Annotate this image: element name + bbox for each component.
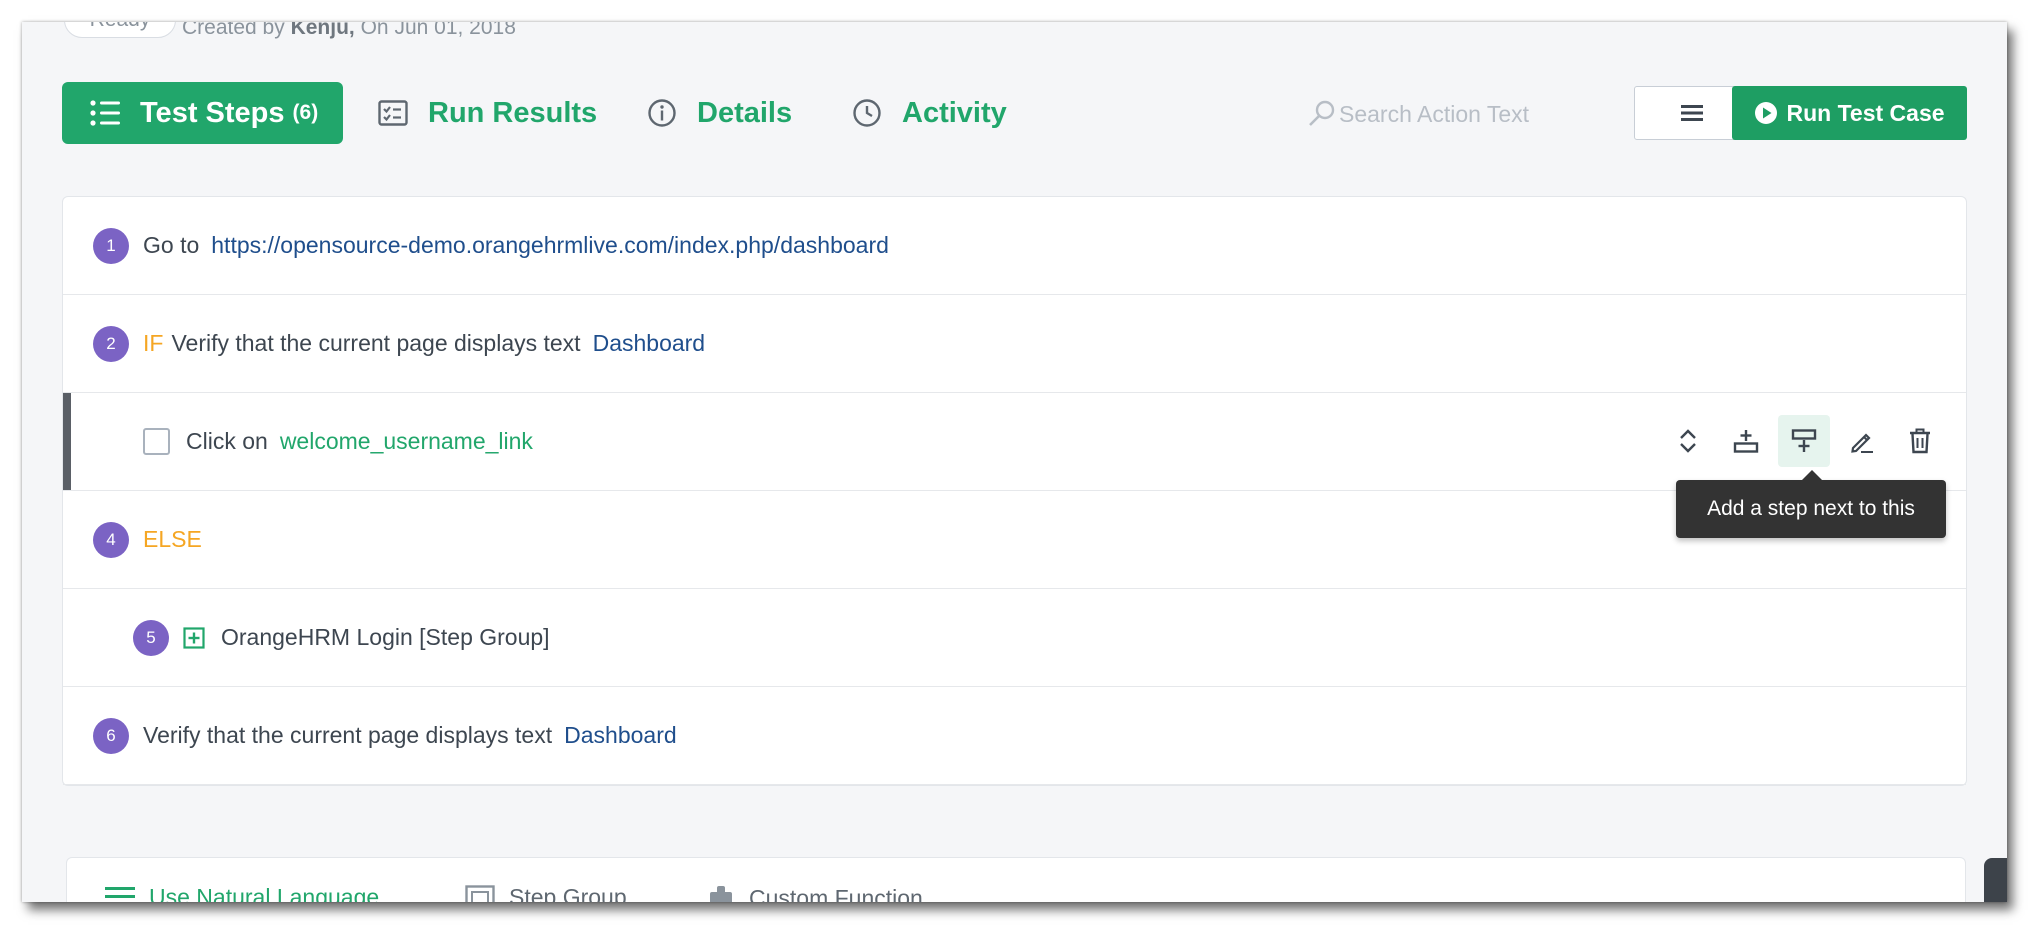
created-on: On Jun 01, 2018 [360, 22, 516, 39]
trash-icon [1908, 428, 1932, 454]
step-row[interactable]: 6 Verify that the current page displays … [63, 687, 1966, 785]
step-value: Dashboard [592, 330, 706, 356]
tooltip: Add a step next to this [1676, 470, 1946, 538]
tab-activity[interactable]: Activity [852, 82, 1007, 144]
search-placeholder: Search Action Text [1339, 100, 1530, 127]
info-icon [647, 98, 677, 128]
step-number-badge: 2 [93, 325, 129, 362]
step-keyword-if: IF [143, 330, 164, 356]
tab-test-steps-label: Test Steps [140, 96, 285, 129]
step-row[interactable]: 1 Go to https://opensource-demo.orangehr… [63, 197, 1966, 295]
hamburger-icon [1681, 104, 1703, 122]
move-step-button[interactable] [1662, 415, 1714, 467]
delete-step-button[interactable] [1894, 415, 1946, 467]
run-test-case-label: Run Test Case [1786, 99, 1945, 126]
test-steps-list: 1 Go to https://opensource-demo.orangehr… [62, 196, 1967, 786]
created-by-text: Created by Kenju, On Jun 01, 2018 [182, 22, 516, 40]
step-action-text: Verify that the current page displays te… [143, 722, 553, 748]
step-keyword-else: ELSE [143, 526, 202, 552]
step-element-link[interactable]: welcome_username_link [280, 428, 533, 455]
step-number-badge: 4 [93, 521, 129, 558]
expand-plus-icon[interactable] [183, 626, 205, 649]
plugin-icon [707, 884, 735, 902]
step-number-badge: 5 [133, 619, 169, 656]
tab-run-results[interactable]: Run Results [378, 82, 597, 144]
created-by-user: Kenju, [290, 22, 355, 39]
search-input[interactable]: Search Action Text [1307, 94, 1607, 134]
tab-run-results-label: Run Results [428, 96, 598, 129]
lines-icon [105, 886, 135, 903]
step-number-badge: 6 [93, 717, 129, 754]
step-row[interactable]: 2 IF Verify that the current page displa… [63, 295, 1966, 393]
step-row[interactable]: 5 OrangeHRM Login [Step Group] [63, 589, 1966, 687]
step-row-selected[interactable]: Click on welcome_username_link [63, 393, 1966, 491]
run-test-case-button[interactable]: Run Test Case [1732, 86, 1967, 140]
add-step-panel: Use Natural Language Step Group Custom F… [66, 857, 1966, 902]
step-number-badge: 1 [93, 227, 129, 264]
tab-natural-language[interactable]: Use Natural Language [105, 884, 379, 902]
play-circle-icon [1754, 101, 1778, 125]
chevron-up-down-icon [1677, 428, 1699, 454]
step-checkbox[interactable] [143, 428, 170, 455]
tab-test-steps-count: (6) [292, 101, 319, 124]
search-icon [1307, 99, 1337, 129]
clock-icon [852, 98, 882, 128]
help-button[interactable] [1984, 858, 2007, 902]
tab-step-group-label: Step Group [509, 884, 627, 902]
step-group-icon [465, 884, 495, 902]
tab-custom-function-label: Custom Function [749, 884, 923, 903]
step-action-text: Click on [186, 428, 268, 454]
created-by-prefix: Created by [182, 22, 285, 39]
step-group-name: OrangeHRM Login [Step Group] [221, 624, 550, 650]
insert-below-icon [1791, 428, 1817, 454]
step-action-text: Go to [143, 232, 200, 258]
tab-custom-function[interactable]: Custom Function [707, 884, 923, 902]
tab-details[interactable]: Details [647, 82, 792, 144]
step-url-link[interactable]: https://opensource-demo.orangehrmlive.co… [211, 232, 889, 259]
tab-test-steps[interactable]: Test Steps (6) [62, 82, 343, 144]
tab-details-label: Details [697, 96, 793, 129]
step-action-text: Verify that the current page displays te… [171, 330, 581, 356]
edit-step-button[interactable] [1836, 415, 1888, 467]
add-step-next-button[interactable] [1778, 415, 1830, 467]
selected-indicator [63, 393, 71, 490]
step-value: Dashboard [564, 722, 677, 748]
app-frame: Ready Created by Kenju, On Jun 01, 2018 … [22, 22, 2007, 902]
tab-step-group[interactable]: Step Group [465, 884, 627, 902]
list-icon [90, 99, 122, 127]
insert-step-above-button[interactable] [1720, 415, 1772, 467]
step-actions [1656, 415, 1946, 467]
tab-natural-language-label: Use Natural Language [149, 884, 380, 902]
insert-above-icon [1733, 428, 1759, 454]
tab-activity-label: Activity [902, 96, 1007, 129]
status-badge: Ready [64, 22, 176, 38]
checklist-icon [378, 100, 408, 126]
pencil-icon [1849, 428, 1875, 454]
